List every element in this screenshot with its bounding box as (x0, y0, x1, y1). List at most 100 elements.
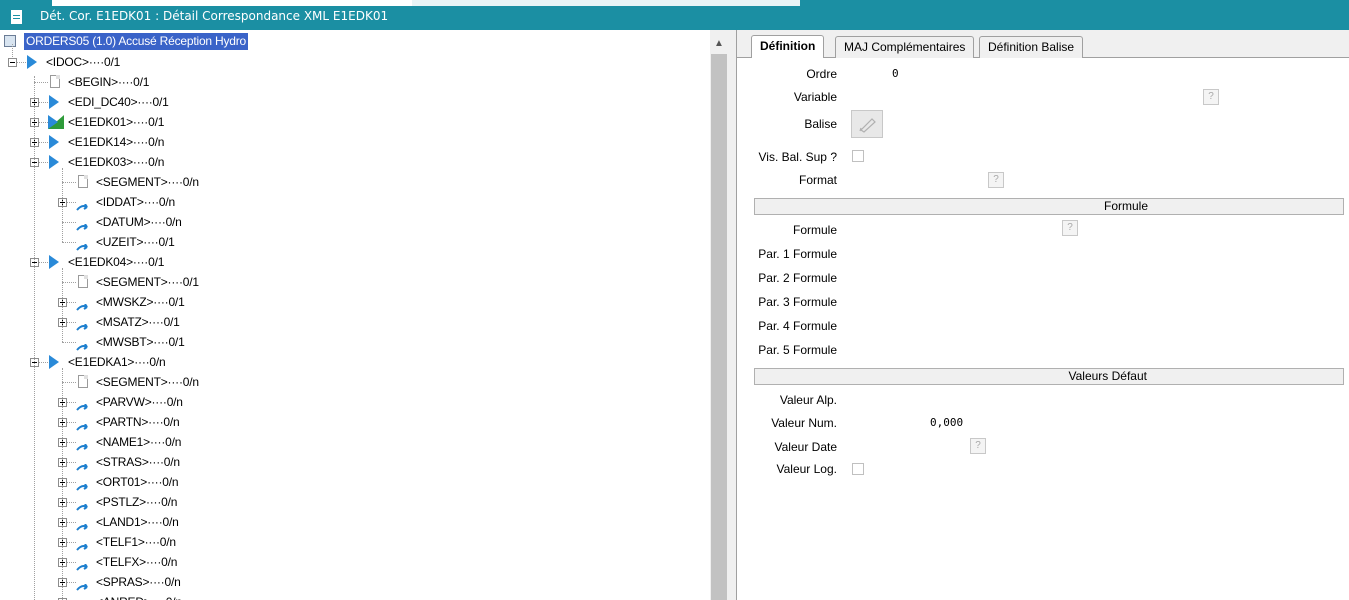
valeur-num-label: Valeur Num. (771, 416, 837, 430)
tree-row[interactable]: <E1EDK04>····0/1 (0, 252, 700, 272)
tree-node-label[interactable]: <SPRAS>····0/n (96, 572, 181, 592)
tree-node-label[interactable]: <ANRED>····0/n (96, 592, 182, 600)
tree-node-label[interactable]: <E1EDK01>····0/1 (68, 112, 164, 132)
tree-node-label[interactable]: <E1EDK04>····0/1 (68, 252, 164, 272)
par5-formule-label: Par. 5 Formule (758, 343, 837, 357)
tree-row[interactable]: <SEGMENT>····0/1 (0, 272, 700, 292)
tree-row[interactable]: <E1EDK14>····0/n (0, 132, 700, 152)
tree-row[interactable]: <EDI_DC40>····0/1 (0, 92, 700, 112)
tree-connector (62, 182, 76, 183)
tab-definition[interactable]: Définition (751, 35, 825, 58)
tab-maj-complementaires[interactable]: MAJ Complémentaires (835, 36, 975, 58)
tree-node-label[interactable]: <MSATZ>····0/1 (96, 312, 180, 332)
tab-strip-active-segment[interactable] (52, 0, 412, 6)
tree-node-label[interactable]: <DATUM>····0/n (96, 212, 182, 232)
field-arrow-icon (76, 238, 91, 251)
tree-row[interactable]: <DATUM>····0/n (0, 212, 700, 232)
valeur-num-value[interactable]: 0,000 (930, 414, 963, 432)
tree-node-label[interactable]: <PARVW>····0/n (96, 392, 183, 412)
tree-row[interactable]: <PSTLZ>····0/n (0, 492, 700, 512)
tree-node-label[interactable]: <LAND1>····0/n (96, 512, 179, 532)
tree-node-label[interactable]: <E1EDKA1>····0/n (68, 352, 166, 372)
field-arrow-icon (76, 338, 91, 351)
page-icon (78, 175, 88, 188)
tree-row[interactable]: <MWSKZ>····0/1 (0, 292, 700, 312)
tree-row[interactable]: <STRAS>····0/n (0, 452, 700, 472)
tree-node-label[interactable]: <PARTN>····0/n (96, 412, 180, 432)
tree-node-label[interactable]: <MWSKZ>····0/1 (96, 292, 185, 312)
tree-guide-line (62, 368, 63, 600)
vis-bal-sup-checkbox[interactable] (852, 150, 864, 162)
balise-label: Balise (804, 117, 837, 131)
format-help-button[interactable]: ? (988, 172, 1004, 188)
segment-triangle-icon (49, 135, 59, 149)
scrollbar-thumb[interactable] (711, 54, 727, 600)
tree-node-label[interactable]: <IDDAT>····0/n (96, 192, 175, 212)
tree-node-label[interactable]: <IDOC>····0/1 (46, 52, 120, 72)
tree-row[interactable]: <BEGIN>····0/1 (0, 72, 700, 92)
tree-node-label[interactable]: <BEGIN>····0/1 (68, 72, 149, 92)
balise-button[interactable] (851, 110, 883, 138)
tree-root-label[interactable]: ORDERS05 (1.0) Accusé Réception Hydro (24, 33, 249, 50)
tree-guide-line (62, 168, 63, 242)
tree-node-label[interactable]: <SEGMENT>····0/n (96, 372, 199, 392)
tree-row[interactable]: <IDOC>····0/1 (0, 52, 700, 72)
tree-connector (62, 282, 76, 283)
tree-node-label[interactable]: <PSTLZ>····0/n (96, 492, 177, 512)
pane-splitter[interactable] (728, 30, 737, 600)
valeur-log-label: Valeur Log. (776, 462, 838, 476)
tree-row[interactable]: <ORT01>····0/n (0, 472, 700, 492)
formule-help-button[interactable]: ? (1062, 220, 1078, 236)
tree-row[interactable]: <MSATZ>····0/1 (0, 312, 700, 332)
tree-scrollbar[interactable]: ▲ (710, 30, 728, 600)
tree-node-label[interactable]: <STRAS>····0/n (96, 452, 180, 472)
valeur-date-help-button[interactable]: ? (970, 438, 986, 454)
xml-structure-tree[interactable]: ORDERS05 (1.0) Accusé Réception Hydro <I… (0, 30, 710, 600)
collapse-node-icon[interactable] (8, 58, 17, 67)
tree-row[interactable]: <LAND1>····0/n (0, 512, 700, 532)
tree-node-label[interactable]: <TELF1>····0/n (96, 532, 176, 552)
tree-row[interactable]: <ANRED>····0/n (0, 592, 700, 600)
valeur-date-label: Valeur Date (774, 440, 837, 454)
tree-connector (62, 382, 76, 383)
segment-triangle-icon (49, 95, 59, 109)
tree-row[interactable]: <UZEIT>····0/1 (0, 232, 700, 252)
tree-node-label[interactable]: <UZEIT>····0/1 (96, 232, 175, 252)
tree-node-label[interactable]: <MWSBT>····0/1 (96, 332, 185, 352)
segment-triangle-icon (49, 155, 59, 169)
tree-node-label[interactable]: <TELFX>····0/n (96, 552, 177, 572)
tree-row[interactable]: <IDDAT>····0/n (0, 192, 700, 212)
ordre-label: Ordre (806, 67, 837, 81)
tree-connector (34, 82, 48, 83)
valeur-log-checkbox[interactable] (852, 463, 864, 475)
tree-node-label[interactable]: <E1EDK14>····0/n (68, 132, 164, 152)
field-arrow-icon (76, 298, 91, 311)
tree-node-label[interactable]: <E1EDK03>····0/n (68, 152, 164, 172)
tab-definition-balise[interactable]: Définition Balise (979, 36, 1084, 58)
tree-node-label[interactable]: <SEGMENT>····0/1 (96, 272, 199, 292)
tree-row[interactable]: <NAME1>····0/n (0, 432, 700, 452)
tree-row[interactable]: <SEGMENT>····0/n (0, 172, 700, 192)
scroll-up-arrow-icon[interactable]: ▲ (714, 38, 724, 49)
vis-bal-sup-label: Vis. Bal. Sup ? (758, 150, 838, 164)
balise-edit-icon (859, 118, 876, 133)
document-icon (11, 10, 22, 24)
tree-row[interactable]: <PARTN>····0/n (0, 412, 700, 432)
tree-node-label[interactable]: <EDI_DC40>····0/1 (68, 92, 169, 112)
tree-row[interactable]: <TELFX>····0/n (0, 552, 700, 572)
ordre-value[interactable]: 0 (892, 65, 899, 83)
tree-row[interactable]: <SPRAS>····0/n (0, 572, 700, 592)
tree-row[interactable]: <PARVW>····0/n (0, 392, 700, 412)
tree-node-label[interactable]: <SEGMENT>····0/n (96, 172, 199, 192)
tree-node-label[interactable]: <NAME1>····0/n (96, 432, 181, 452)
tree-row[interactable]: <E1EDK03>····0/n (0, 152, 700, 172)
tree-guide-line (12, 44, 13, 57)
field-arrow-icon (76, 558, 91, 571)
tree-row[interactable]: <TELF1>····0/n (0, 532, 700, 552)
tree-row[interactable]: <E1EDKA1>····0/n (0, 352, 700, 372)
tree-row[interactable]: <MWSBT>····0/1 (0, 332, 700, 352)
variable-help-button[interactable]: ? (1203, 89, 1219, 105)
tree-node-label[interactable]: <ORT01>····0/n (96, 472, 179, 492)
tree-row[interactable]: <E1EDK01>····0/1 (0, 112, 700, 132)
tree-row[interactable]: <SEGMENT>····0/n (0, 372, 700, 392)
